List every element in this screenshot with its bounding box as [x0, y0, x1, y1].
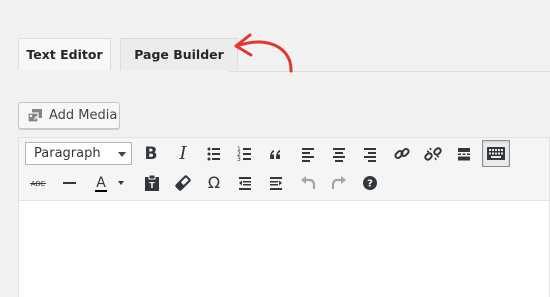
indent-icon	[270, 177, 282, 190]
help-glyph: ?	[367, 179, 373, 190]
link-icon	[394, 147, 410, 160]
special-character-button[interactable]: Ω	[201, 170, 227, 196]
align-right-icon	[364, 148, 376, 162]
strikethrough-button[interactable]: ABC	[25, 170, 51, 196]
keyboard-icon	[487, 147, 505, 160]
horizontal-line-icon	[63, 182, 76, 184]
bold-icon: B	[144, 144, 158, 164]
align-left-button[interactable]	[295, 141, 321, 167]
svg-text:T: T	[149, 181, 155, 190]
bulleted-list-icon	[207, 147, 220, 161]
insert-link-button[interactable]	[389, 141, 415, 167]
omega-icon: Ω	[207, 173, 221, 192]
text-color-button[interactable]: A	[88, 170, 126, 196]
undo-button[interactable]	[295, 170, 321, 196]
clipboard-text-icon: T	[145, 174, 159, 191]
add-media-button[interactable]: Add Media	[18, 102, 120, 129]
horizontal-line-button[interactable]	[57, 170, 83, 196]
keyboard-shortcuts-button[interactable]: ?	[357, 170, 383, 196]
italic-icon: I	[179, 143, 187, 164]
eraser-icon	[175, 175, 191, 191]
align-right-button[interactable]	[357, 141, 383, 167]
add-media-label: Add Media	[49, 108, 118, 123]
align-center-icon	[333, 148, 345, 162]
blockquote-button[interactable]	[263, 141, 289, 167]
text-color-icon: A	[95, 175, 124, 192]
editor-content-area[interactable]	[19, 201, 549, 297]
blockquote-icon	[270, 150, 280, 159]
align-center-button[interactable]	[326, 141, 352, 167]
numbered-list-button[interactable]: 1 2 3	[232, 141, 258, 167]
tab-page-builder[interactable]: Page Builder	[120, 38, 238, 70]
bulleted-list-button[interactable]	[201, 141, 227, 167]
remove-link-button[interactable]	[420, 141, 446, 167]
align-left-icon	[302, 148, 314, 162]
clear-formatting-button[interactable]	[170, 170, 196, 196]
format-select-value: Paragraph	[34, 146, 101, 161]
outdent-icon	[239, 177, 251, 190]
help-icon: ?	[363, 176, 377, 190]
annotation-arrow-icon	[234, 33, 293, 73]
increase-indent-button[interactable]	[263, 170, 289, 196]
editor-toolbar: Paragraph B I 1 2 3 A T Ω ?	[19, 138, 549, 201]
decrease-indent-button[interactable]	[232, 170, 258, 196]
format-select[interactable]: Paragraph	[25, 142, 132, 165]
italic-button[interactable]: I	[170, 141, 196, 167]
toolbar-toggle-button[interactable]	[482, 140, 510, 167]
bold-button[interactable]: B	[138, 141, 164, 167]
unlink-icon	[424, 147, 442, 161]
paste-as-text-button[interactable]: T	[139, 170, 165, 196]
editor-box: Paragraph B I 1 2 3 A T Ω ?	[18, 137, 550, 297]
numbered-list-icon: 1 2 3	[237, 146, 251, 163]
undo-icon	[301, 176, 316, 189]
svg-text:3: 3	[237, 156, 241, 163]
text-color-letter: A	[96, 175, 106, 191]
redo-button[interactable]	[326, 170, 352, 196]
redo-icon	[331, 176, 346, 189]
read-more-icon	[458, 148, 470, 161]
chevron-down-icon	[118, 152, 126, 157]
read-more-button[interactable]	[451, 141, 477, 167]
strikethrough-icon: ABC	[30, 180, 46, 188]
add-media-icon	[27, 109, 42, 123]
tab-text-editor[interactable]: Text Editor	[18, 38, 111, 70]
